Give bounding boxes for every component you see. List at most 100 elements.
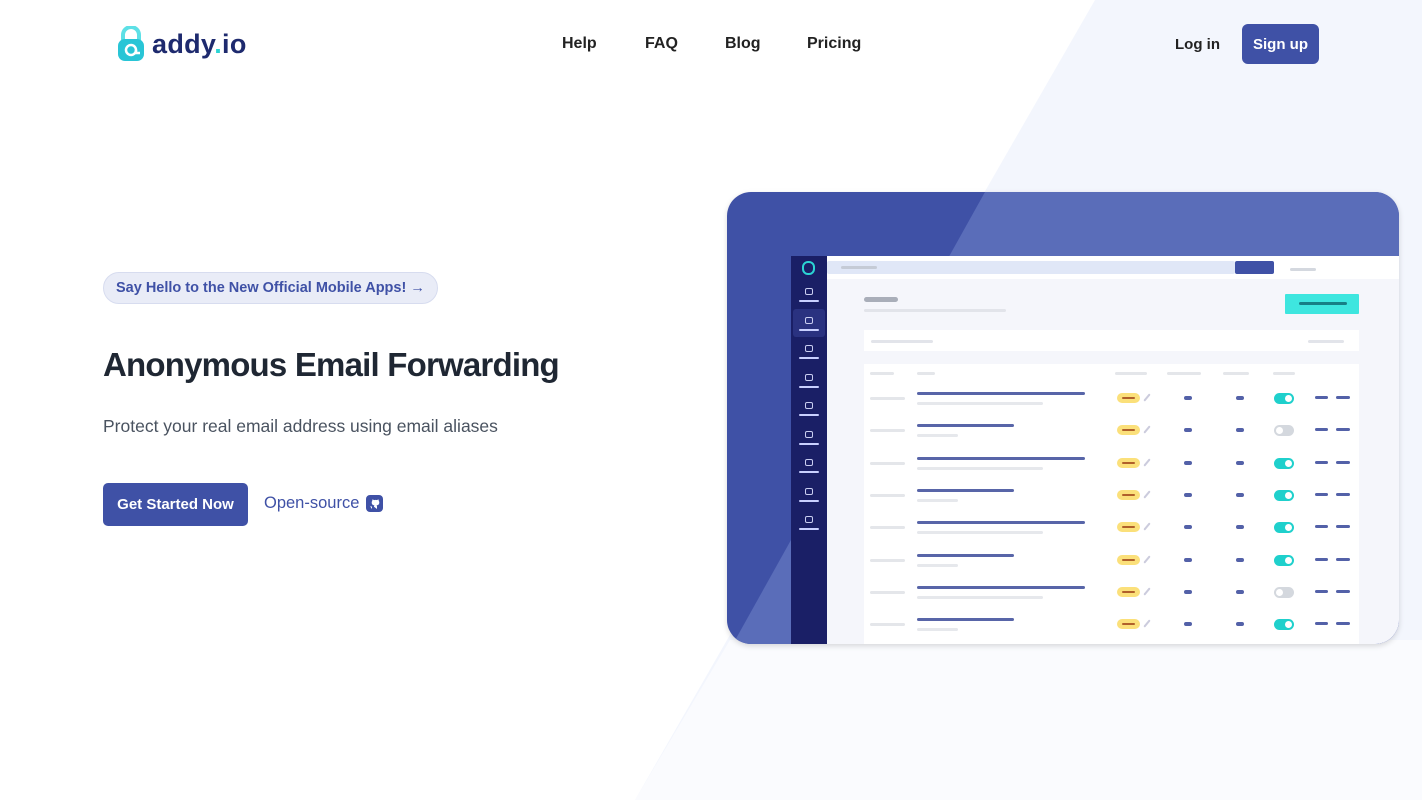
- label-pill-line: [1122, 558, 1135, 561]
- alias-line: [917, 553, 1014, 557]
- site-header: addy.io Help FAQ Blog Pricing Log in Sig…: [0, 0, 1422, 88]
- inbox-icon: [805, 345, 813, 352]
- card-icon: [805, 516, 813, 523]
- page-title: Anonymous Email Forwarding: [103, 346, 560, 383]
- action: [1315, 460, 1328, 464]
- action: [1315, 557, 1328, 561]
- count: [1236, 460, 1244, 465]
- row-date: [870, 558, 905, 562]
- gear-icon: [805, 487, 813, 495]
- sidebar-label: [799, 499, 819, 502]
- action: [1336, 460, 1350, 464]
- at-icon: [805, 316, 813, 324]
- row-date: [870, 590, 905, 594]
- active-toggle: [1274, 457, 1294, 469]
- action: [1336, 525, 1350, 529]
- row-date: [870, 461, 905, 465]
- brand-suffix: io: [222, 28, 247, 59]
- action: [1315, 428, 1328, 432]
- count: [1236, 622, 1244, 627]
- filter-icon: [805, 430, 813, 438]
- count: [1184, 492, 1192, 497]
- count: [1184, 460, 1192, 465]
- home-icon: [805, 288, 813, 295]
- nav-faq[interactable]: FAQ: [645, 35, 678, 53]
- active-toggle: [1274, 586, 1294, 598]
- count: [1184, 557, 1192, 562]
- pencil-icon: [1143, 522, 1151, 531]
- column-header: [1273, 372, 1295, 375]
- count: [1236, 525, 1244, 530]
- label-pill-line: [1122, 623, 1135, 626]
- users-icon: [805, 373, 813, 381]
- alias-sub: [917, 595, 1043, 599]
- alias-line: [917, 392, 1085, 395]
- alias-line: [917, 585, 1085, 589]
- hero-subtitle: Protect your real email address using em…: [103, 416, 498, 436]
- alias-sub: [917, 498, 958, 502]
- nav-blog[interactable]: Blog: [725, 35, 761, 53]
- label-pill-line: [1122, 397, 1135, 399]
- alias-sub: [917, 402, 1043, 405]
- label-pill-line: [1122, 590, 1135, 593]
- action: [1315, 589, 1328, 593]
- sidebar-label: [799, 300, 819, 302]
- warning-icon: [805, 459, 813, 466]
- count: [1184, 622, 1192, 627]
- label-pill-line: [1122, 493, 1135, 496]
- app-preview-mockup: [727, 192, 1399, 644]
- globe-icon: [805, 402, 813, 409]
- mobile-apps-badge[interactable]: Say Hello to the New Official Mobile App…: [103, 272, 438, 304]
- action: [1336, 428, 1350, 432]
- alias-sub: [917, 466, 1043, 470]
- count: [1236, 557, 1244, 562]
- sidebar-label: [799, 414, 819, 416]
- active-toggle: [1274, 619, 1294, 631]
- alias-line: [917, 424, 1014, 428]
- action: [1336, 622, 1350, 626]
- open-source-link[interactable]: Open-source: [264, 494, 384, 513]
- signup-button[interactable]: Sign up: [1242, 24, 1319, 64]
- sidebar-label: [799, 442, 819, 445]
- brand-name: addy: [152, 28, 215, 59]
- alias-sub: [917, 531, 1043, 535]
- column-header: [870, 372, 894, 375]
- logo[interactable]: addy.io: [116, 26, 247, 62]
- row-date: [870, 429, 905, 433]
- pencil-icon: [1143, 587, 1151, 596]
- alias-line: [917, 456, 1085, 460]
- open-source-label: Open-source: [264, 494, 360, 512]
- count: [1184, 428, 1192, 433]
- action: [1315, 525, 1328, 529]
- count: [1184, 589, 1192, 594]
- count: [1236, 589, 1244, 594]
- github-icon: [366, 495, 384, 512]
- alias-sub: [917, 628, 958, 632]
- pencil-icon: [1143, 458, 1151, 467]
- count: [1236, 492, 1244, 497]
- pencil-icon: [1143, 425, 1151, 434]
- mockup-logo-icon: [802, 261, 815, 275]
- nav-pricing[interactable]: Pricing: [807, 35, 861, 53]
- lock-at-icon: [118, 26, 144, 61]
- sidebar-label: [799, 357, 819, 359]
- count: [1184, 525, 1192, 530]
- action: [1315, 396, 1328, 399]
- active-toggle: [1274, 554, 1294, 566]
- sidebar-label: [799, 528, 819, 530]
- nav-help[interactable]: Help: [562, 35, 597, 53]
- active-toggle: [1274, 489, 1294, 501]
- sidebar-label: [799, 471, 819, 473]
- login-link[interactable]: Log in: [1175, 36, 1220, 53]
- count: [1184, 396, 1192, 400]
- pencil-icon: [1143, 490, 1151, 499]
- label-pill-line: [1122, 526, 1135, 529]
- alias-line: [917, 618, 1014, 622]
- alias-sub: [917, 434, 958, 438]
- pencil-icon: [1143, 619, 1151, 628]
- row-date: [870, 623, 905, 627]
- get-started-button[interactable]: Get Started Now: [103, 483, 248, 526]
- count: [1236, 428, 1244, 433]
- count: [1236, 396, 1244, 400]
- action: [1336, 396, 1350, 399]
